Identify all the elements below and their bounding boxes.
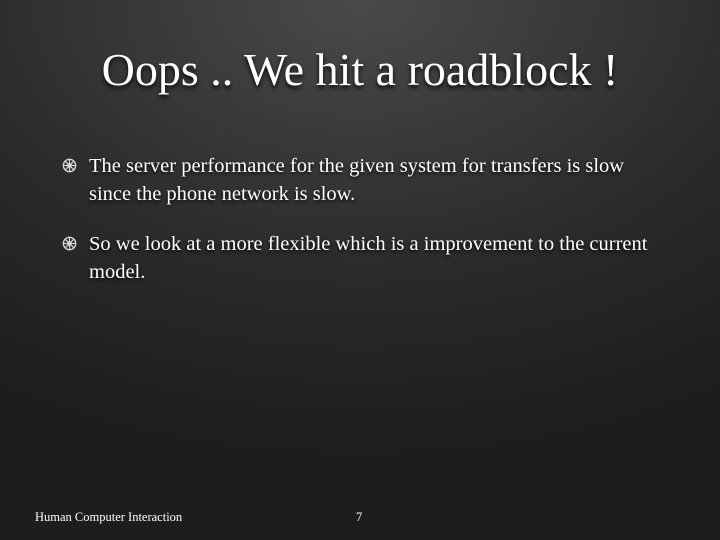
slide: Oops .. We hit a roadblock ! The server …	[0, 0, 720, 540]
bullet-text: The server performance for the given sys…	[89, 155, 625, 205]
footer-course-title: Human Computer Interaction	[35, 510, 183, 524]
slide-page-number: 7	[356, 510, 363, 524]
ship-wheel-icon	[62, 158, 77, 173]
ship-wheel-icon	[62, 236, 77, 251]
bullet-item: So we look at a more flexible which is a…	[60, 230, 660, 286]
bullet-item: The server performance for the given sys…	[60, 152, 660, 208]
slide-title: Oops .. We hit a roadblock !	[101, 44, 619, 95]
bullet-list: The server performance for the given sys…	[60, 152, 660, 308]
bullet-text: So we look at a more flexible which is a…	[89, 233, 648, 283]
